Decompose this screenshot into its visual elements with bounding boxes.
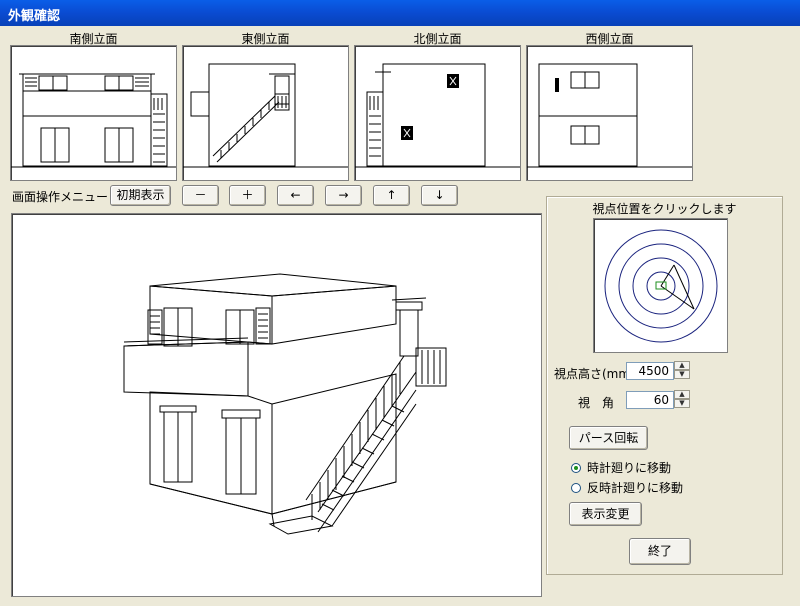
elevation-view-west[interactable] — [526, 45, 693, 181]
elevation-label-east: 東側立面 — [241, 32, 290, 46]
viewpoint-instruction: 視点位置をクリックします — [592, 202, 737, 216]
view-angle-spinner[interactable]: ▲ ▼ — [674, 390, 690, 410]
perspective-rotate-button[interactable]: パース回転 — [569, 426, 648, 450]
east-elevation-drawing — [183, 63, 348, 168]
viewpoint-selector[interactable] — [593, 218, 728, 353]
exit-button[interactable]: 終了 — [629, 538, 691, 565]
counterclockwise-label: 反時計廻りに移動 — [587, 481, 684, 495]
view-angle-label: 視 角 — [578, 396, 615, 410]
apply-view-button[interactable]: 表示変更 — [569, 502, 642, 526]
elevation-label-north: 北側立面 — [413, 32, 462, 46]
zoom-in-button[interactable]: ＋ — [229, 185, 266, 206]
spin-down-icon[interactable]: ▼ — [674, 370, 690, 379]
north-elevation-drawing — [355, 63, 520, 168]
title-bar: 外観確認 — [0, 0, 800, 26]
zoom-out-button[interactable]: － — [182, 185, 219, 206]
spin-down-icon[interactable]: ▼ — [674, 399, 690, 408]
elevation-view-south[interactable] — [10, 45, 177, 181]
radio-unselected-icon[interactable] — [571, 483, 581, 493]
view-angle-input[interactable] — [626, 391, 674, 409]
pan-down-button[interactable]: ↓ — [421, 185, 458, 206]
eye-height-spinner[interactable]: ▲ ▼ — [674, 361, 690, 381]
elevation-label-south: 南側立面 — [69, 32, 118, 46]
elevation-view-east[interactable] — [182, 45, 349, 181]
spin-up-icon[interactable]: ▲ — [674, 361, 690, 370]
viewpoint-rings-drawing — [604, 229, 718, 343]
pan-right-button[interactable]: → — [325, 185, 362, 206]
clockwise-option[interactable]: 時計廻りに移動 — [571, 459, 671, 476]
west-elevation-drawing — [527, 63, 692, 168]
house-perspective-drawing — [123, 273, 447, 535]
eye-height-input[interactable] — [626, 362, 674, 380]
south-elevation-drawing — [11, 73, 176, 168]
elevation-view-north[interactable] — [354, 45, 521, 181]
clockwise-label: 時計廻りに移動 — [587, 461, 672, 475]
reset-view-button[interactable]: 初期表示 — [110, 185, 171, 206]
pan-left-button[interactable]: ← — [277, 185, 314, 206]
spin-up-icon[interactable]: ▲ — [674, 390, 690, 399]
perspective-view[interactable] — [11, 213, 542, 597]
radio-selected-icon[interactable] — [571, 463, 581, 473]
pan-up-button[interactable]: ↑ — [373, 185, 410, 206]
elevation-label-west: 西側立面 — [585, 32, 634, 46]
window-title: 外観確認 — [8, 9, 61, 24]
eye-height-label: 視点高さ(mm) — [554, 367, 635, 381]
screen-menu-label: 画面操作メニュー — [12, 190, 109, 204]
counterclockwise-option[interactable]: 反時計廻りに移動 — [571, 479, 683, 496]
